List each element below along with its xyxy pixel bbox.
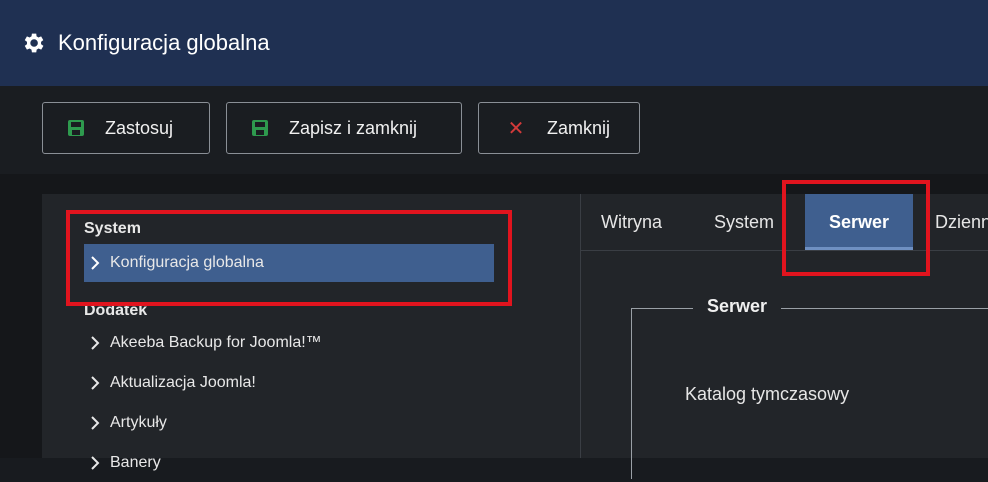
sidebar-item-joomla-update[interactable]: Aktualizacja Joomla! xyxy=(84,364,494,402)
tab-witryna[interactable]: Witryna xyxy=(601,194,662,250)
toolbar: Zastosuj Zapisz i zamknij ✕ Zamknij xyxy=(0,86,988,174)
apply-button-label: Zastosuj xyxy=(105,117,174,138)
tab-dziennik[interactable]: Dziennik xyxy=(935,194,988,250)
save-and-close-button[interactable]: Zapisz i zamknij xyxy=(226,102,462,154)
fieldset-legend: Serwer xyxy=(693,296,782,317)
apply-button[interactable]: Zastosuj xyxy=(42,102,210,154)
page-title: Konfiguracja globalna xyxy=(58,30,270,55)
sidebar-item-label: Banery xyxy=(110,454,161,471)
sidebar-item-label: Akeeba Backup for Joomla!™ xyxy=(110,334,322,351)
temp-directory-label: Katalog tymczasowy xyxy=(685,384,850,404)
close-button-label: Zamknij xyxy=(547,117,611,138)
save-icon xyxy=(67,119,85,137)
chevron-right-icon xyxy=(91,336,100,350)
sidebar-item-label: Aktualizacja Joomla! xyxy=(110,374,256,391)
sidebar-item-akeeba[interactable]: Akeeba Backup for Joomla!™ xyxy=(84,324,494,362)
save-and-close-button-label: Zapisz i zamknij xyxy=(289,117,418,138)
close-button[interactable]: ✕ Zamknij xyxy=(478,102,640,154)
chevron-right-icon xyxy=(91,376,100,390)
gear-icon xyxy=(24,33,44,53)
save-icon xyxy=(251,119,269,137)
highlight-box-server-tab xyxy=(782,180,930,276)
sidebar-item-articles[interactable]: Artykuły xyxy=(84,404,494,442)
sidebar-item-label: Artykuły xyxy=(110,414,167,431)
highlight-box-global-config xyxy=(66,210,512,306)
tab-system[interactable]: System xyxy=(714,194,774,250)
sidebar-item-banners[interactable]: Banery xyxy=(84,444,494,482)
chevron-right-icon xyxy=(91,416,100,430)
close-icon: ✕ xyxy=(507,117,525,140)
chevron-right-icon xyxy=(91,456,100,470)
page-header: Konfiguracja globalna xyxy=(0,0,988,86)
